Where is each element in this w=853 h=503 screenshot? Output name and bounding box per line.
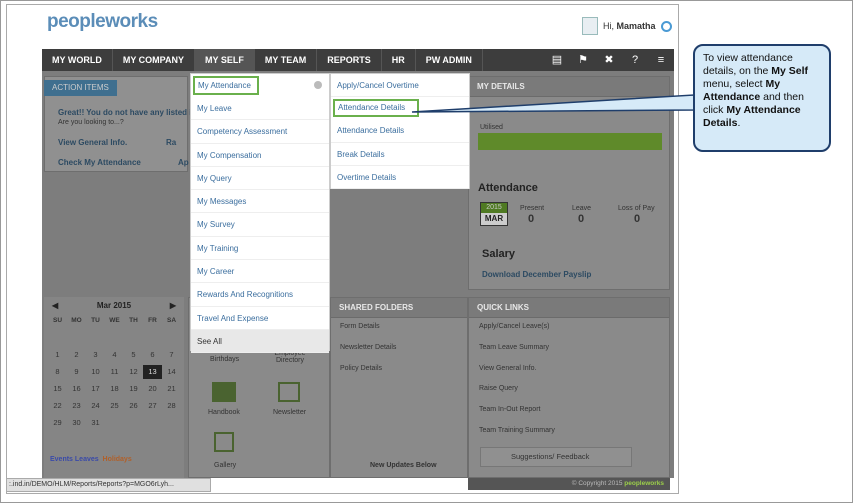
callout-text-2: menu, select: [703, 78, 766, 90]
instruction-callout: To view attendance details, on the My Se…: [693, 44, 831, 152]
callout-pointer: [411, 94, 695, 113]
callout-bold-1: My Self: [771, 65, 809, 77]
callout-text-4: .: [737, 117, 741, 129]
